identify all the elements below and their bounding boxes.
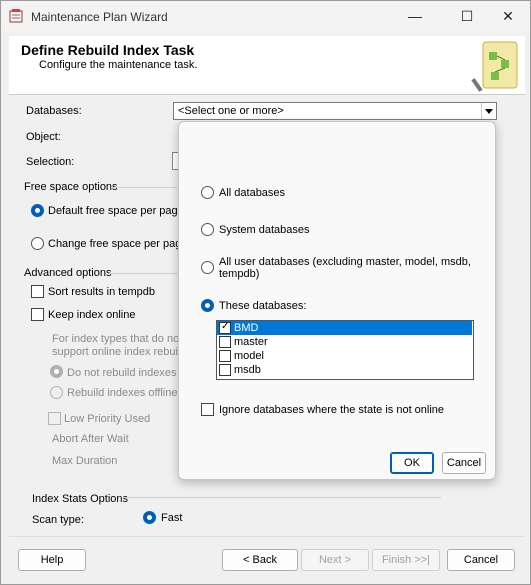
ignore-offline-checkbox[interactable] bbox=[201, 403, 214, 416]
databases-combobox[interactable]: <Select one or more> bbox=[173, 102, 497, 120]
maximize-button[interactable]: ☐ bbox=[444, 1, 490, 31]
change-free-space-radio[interactable] bbox=[31, 237, 44, 250]
database-listbox[interactable]: BMD master model msdb bbox=[216, 320, 474, 380]
databases-label: Databases: bbox=[26, 105, 82, 117]
list-item-label: master bbox=[234, 336, 268, 348]
ok-button[interactable]: OK bbox=[390, 452, 434, 474]
user-databases-radio[interactable] bbox=[201, 261, 214, 274]
page-header: Define Rebuild Index Task Configure the … bbox=[9, 36, 525, 95]
group-divider bbox=[109, 273, 177, 274]
rebuild-offline-label: Rebuild indexes offline bbox=[67, 387, 178, 399]
database-checkbox[interactable] bbox=[219, 364, 231, 376]
keep-online-checkbox[interactable] bbox=[31, 308, 44, 321]
wizard-app-icon bbox=[9, 9, 23, 23]
next-button[interactable]: Next > bbox=[301, 549, 369, 571]
all-databases-radio[interactable] bbox=[201, 186, 214, 199]
databases-combobox-value: <Select one or more> bbox=[178, 105, 284, 117]
list-item[interactable]: BMD bbox=[217, 321, 472, 335]
keep-online-label: Keep index online bbox=[48, 309, 136, 321]
system-databases-label: System databases bbox=[219, 224, 310, 236]
default-free-space-radio[interactable] bbox=[31, 204, 44, 217]
group-divider bbox=[123, 497, 441, 498]
page-subtitle: Configure the maintenance task. bbox=[39, 59, 198, 71]
all-databases-label: All databases bbox=[219, 187, 286, 199]
selection-label: Selection: bbox=[26, 156, 75, 168]
user-databases-label-line1: All user databases (excluding master, mo… bbox=[219, 256, 471, 268]
system-databases-radio[interactable] bbox=[201, 223, 214, 236]
list-item-label: msdb bbox=[234, 364, 261, 376]
list-item[interactable]: master bbox=[217, 335, 472, 349]
these-databases-label: These databases: bbox=[219, 300, 307, 312]
rebuild-offline-radio[interactable] bbox=[50, 386, 63, 399]
list-item[interactable]: model bbox=[217, 349, 472, 363]
minimize-button[interactable]: — bbox=[392, 1, 438, 31]
database-checkbox[interactable] bbox=[219, 321, 231, 334]
page-title: Define Rebuild Index Task bbox=[21, 42, 195, 58]
maintenance-plan-wizard-window: Maintenance Plan Wizard — ☐ ✕ Define Reb… bbox=[0, 0, 531, 585]
list-item[interactable]: msdb bbox=[217, 363, 472, 377]
window-title: Maintenance Plan Wizard bbox=[31, 10, 168, 24]
online-note-line2: support online index rebuilds bbox=[52, 346, 178, 358]
group-divider bbox=[111, 187, 177, 188]
do-not-rebuild-label: Do not rebuild indexes bbox=[67, 367, 177, 379]
free-space-group-label: Free space options bbox=[24, 181, 118, 193]
dropdown-arrow-icon[interactable] bbox=[481, 103, 496, 119]
title-bar: Maintenance Plan Wizard — ☐ ✕ bbox=[1, 1, 530, 31]
scan-type-fast-label: Fast bbox=[161, 512, 183, 524]
online-note-line1: For index types that do not bbox=[52, 333, 183, 345]
list-item-label: BMD bbox=[234, 322, 259, 334]
index-stats-group-label: Index Stats Options bbox=[32, 493, 128, 505]
ignore-offline-label: Ignore databases where the state is not … bbox=[219, 404, 445, 416]
list-item-label: model bbox=[234, 350, 264, 362]
cancel-button[interactable]: Cancel bbox=[447, 549, 515, 571]
max-duration-label: Max Duration bbox=[52, 455, 118, 467]
scan-type-label: Scan type: bbox=[32, 514, 84, 526]
change-free-space-label: Change free space per page to bbox=[48, 238, 178, 250]
low-priority-label: Low Priority Used bbox=[64, 413, 151, 425]
abort-after-wait-label: Abort After Wait bbox=[52, 433, 129, 445]
database-selection-popup: All databases System databases All user … bbox=[178, 121, 496, 480]
sort-results-checkbox[interactable] bbox=[31, 285, 44, 298]
database-checkbox[interactable] bbox=[219, 336, 231, 348]
sort-results-label: Sort results in tempdb bbox=[48, 286, 155, 298]
default-free-space-label: Default free space per page bbox=[48, 205, 184, 217]
footer-divider bbox=[9, 536, 523, 537]
help-button[interactable]: Help bbox=[18, 549, 86, 571]
back-button[interactable]: < Back bbox=[222, 549, 298, 571]
advanced-group-label: Advanced options bbox=[24, 267, 112, 279]
scan-type-fast-radio[interactable] bbox=[143, 511, 156, 524]
low-priority-checkbox[interactable] bbox=[48, 412, 61, 425]
user-databases-label-line2: tempdb) bbox=[219, 268, 260, 280]
close-button[interactable]: ✕ bbox=[485, 1, 530, 31]
do-not-rebuild-radio[interactable] bbox=[50, 365, 63, 378]
wizard-illustration-icon bbox=[471, 41, 518, 92]
database-checkbox[interactable] bbox=[219, 350, 231, 362]
these-databases-radio[interactable] bbox=[201, 299, 214, 312]
popup-cancel-button[interactable]: Cancel bbox=[442, 452, 486, 474]
object-label: Object: bbox=[26, 131, 61, 143]
finish-button[interactable]: Finish >>| bbox=[372, 549, 440, 571]
